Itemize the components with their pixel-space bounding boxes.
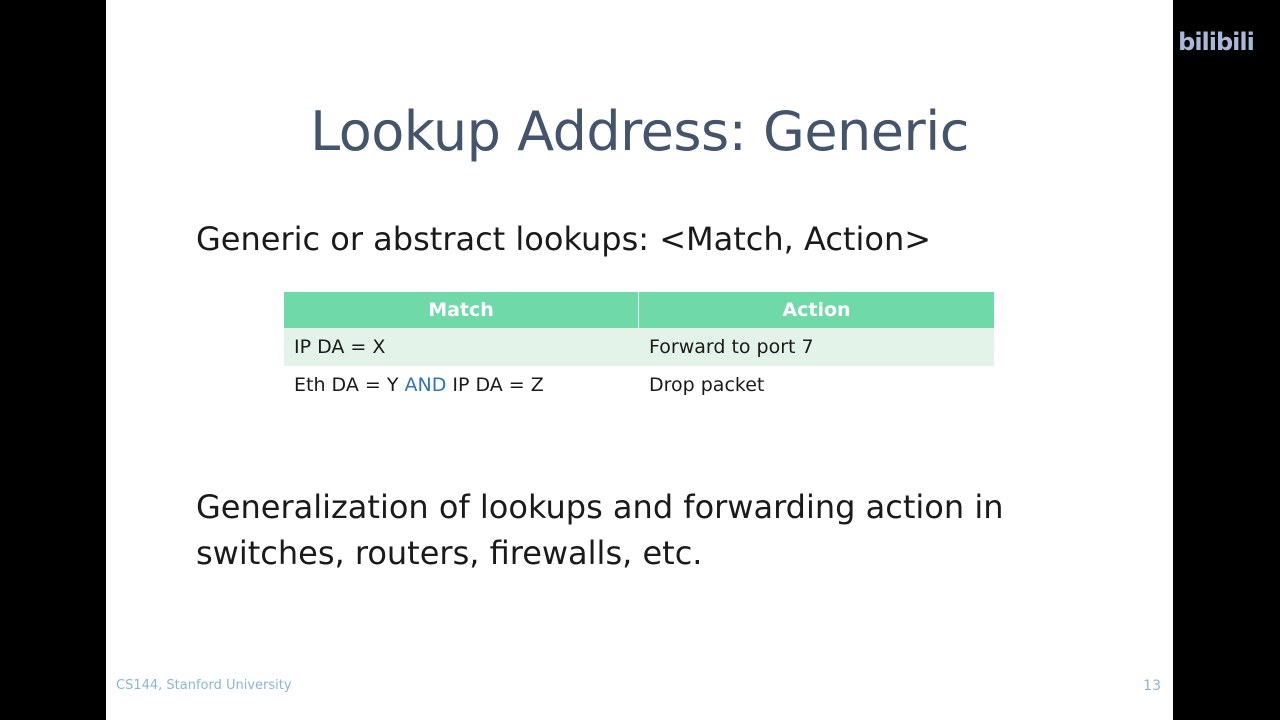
footer-text: CS144, Stanford University (116, 678, 292, 693)
table-row: Eth DA = Y AND IP DA = Z Drop packet (284, 366, 994, 404)
slide-title: Lookup Address: Generic (310, 100, 969, 163)
table-header-row: Match Action (284, 292, 994, 328)
match-text-post: IP DA = Z (446, 374, 544, 396)
lookup-description: Generic or abstract lookups: <Match, Act… (196, 220, 932, 258)
match-cell: IP DA = X (294, 336, 386, 358)
match-text-pre: Eth DA = Y (294, 374, 405, 396)
lookup-table: Match Action IP DA = X Forward to port 7… (284, 292, 994, 404)
match-cell: Eth DA = Y AND IP DA = Z (284, 366, 639, 404)
generalization-paragraph: Generalization of lookups and forwarding… (196, 488, 1004, 572)
header-action: Action (782, 299, 851, 321)
action-cell: Forward to port 7 (649, 336, 814, 358)
table-row: IP DA = X Forward to port 7 (284, 328, 994, 366)
and-keyword: AND (404, 374, 447, 396)
bilibili-logo: bilibili (1178, 28, 1255, 56)
action-cell: Drop packet (649, 374, 765, 396)
slide: Lookup Address: Generic Generic or abstr… (106, 0, 1173, 720)
header-match: Match (284, 292, 639, 328)
page-number: 13 (1143, 678, 1161, 694)
